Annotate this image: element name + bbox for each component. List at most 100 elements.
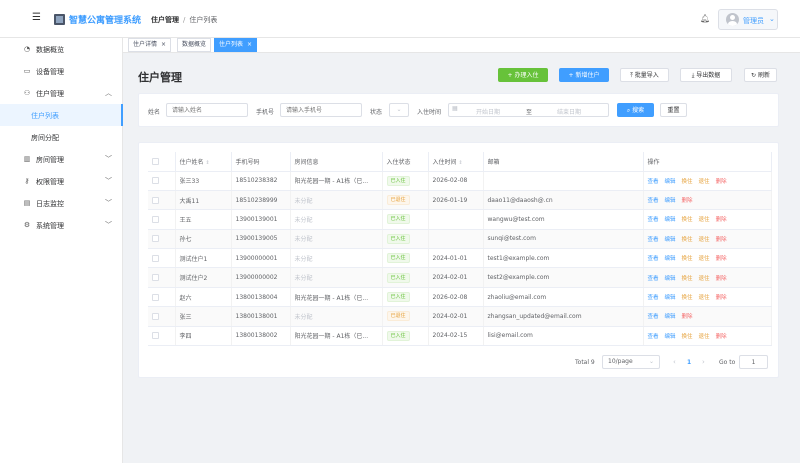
checkout-action-link[interactable]: 退住 bbox=[699, 276, 710, 282]
swap-action-link[interactable]: 换住 bbox=[682, 276, 693, 282]
hamburger-menu-icon[interactable]: ☰ bbox=[32, 13, 41, 23]
swap-action-link[interactable]: 换住 bbox=[682, 179, 693, 185]
edit-action-link[interactable]: 编辑 bbox=[665, 276, 676, 282]
delete-action-link[interactable]: 删除 bbox=[682, 314, 693, 320]
date-end-placeholder[interactable]: 结束日期 bbox=[557, 107, 581, 116]
user-menu-button[interactable]: 管理员 ⌄ bbox=[718, 9, 778, 30]
table-row[interactable]: 张三33 18510238382 阳光花园一期 - A1栋（已... 已入住 2026-… bbox=[148, 171, 772, 191]
breadcrumb-item[interactable]: 住户管理 bbox=[151, 16, 179, 24]
swap-action-link[interactable]: 换住 bbox=[682, 256, 693, 262]
sidebar-item-room-assign[interactable]: 房间分配 bbox=[0, 126, 123, 148]
view-action-link[interactable]: 查看 bbox=[648, 314, 659, 320]
edit-action-link[interactable]: 编辑 bbox=[665, 237, 676, 243]
checkout-action-link[interactable]: 退住 bbox=[699, 295, 710, 301]
view-action-link[interactable]: 查看 bbox=[648, 179, 659, 185]
sidebar-item-logs[interactable]: ▤ 日志监控 ﹀ bbox=[0, 192, 123, 214]
row-checkbox[interactable] bbox=[152, 177, 159, 185]
sidebar-item-resident-list[interactable]: 住户列表 bbox=[0, 104, 123, 126]
search-button[interactable]: ⌕ 搜索 bbox=[617, 103, 654, 117]
date-start-placeholder[interactable]: 开始日期 bbox=[476, 107, 500, 116]
checkin-button[interactable]: + 办理入住 bbox=[498, 68, 548, 82]
tab-resident-detail[interactable]: 住户详情 × bbox=[128, 38, 172, 52]
delete-action-link[interactable]: 删除 bbox=[716, 217, 727, 223]
sidebar-item-dashboard[interactable]: ◔ 数据概览 bbox=[0, 38, 123, 60]
delete-action-link[interactable]: 删除 bbox=[716, 334, 727, 340]
table-row[interactable]: 测试住户1 13900000001 未分配 已入住 2024-01-01 test1@ex… bbox=[148, 248, 772, 269]
table-row[interactable]: 测试住户2 13900000002 未分配 已入住 2024-02-01 test2@ex… bbox=[148, 267, 772, 288]
row-checkbox[interactable] bbox=[152, 293, 159, 301]
tab-resident-list[interactable]: 住户列表 × bbox=[214, 38, 258, 52]
table-row[interactable]: 赵六 13800138004 阳光花园一期 - A1栋（已... 已入住 2026-02… bbox=[148, 287, 772, 308]
row-checkbox[interactable] bbox=[152, 196, 159, 204]
status-select[interactable]: ⌄ bbox=[389, 103, 409, 117]
sidebar-item-devices[interactable]: ▭ 设备管理 bbox=[0, 60, 123, 82]
edit-action-link[interactable]: 编辑 bbox=[665, 198, 676, 204]
add-resident-button[interactable]: + 新增住户 bbox=[559, 68, 609, 82]
prev-page-icon[interactable]: ‹ bbox=[673, 358, 676, 366]
tab-dashboard[interactable]: 数据概览 bbox=[177, 38, 212, 52]
table-row[interactable]: 李四 13800138002 阳光花园一期 - A1栋（已... 已入住 2024-02… bbox=[148, 326, 772, 347]
sidebar-item-residents[interactable]: ⚇ 住户管理 ︿ bbox=[0, 82, 123, 104]
delete-action-link[interactable]: 删除 bbox=[716, 295, 727, 301]
view-action-link[interactable]: 查看 bbox=[648, 334, 659, 340]
row-checkbox[interactable] bbox=[152, 215, 159, 223]
sidebar-item-rooms[interactable]: ▥ 房间管理 ﹀ bbox=[0, 148, 123, 170]
page-size-select[interactable]: 10/page ⌄ bbox=[602, 355, 660, 369]
view-action-link[interactable]: 查看 bbox=[648, 276, 659, 282]
checkout-action-link[interactable]: 退住 bbox=[699, 334, 710, 340]
view-action-link[interactable]: 查看 bbox=[648, 295, 659, 301]
name-filter-input[interactable] bbox=[166, 103, 248, 117]
page-number-current[interactable]: 1 bbox=[687, 359, 691, 366]
checkout-action-link[interactable]: 退住 bbox=[699, 256, 710, 262]
bell-icon[interactable]: 🔔︎ bbox=[700, 14, 710, 23]
column-header-date[interactable]: 入住时间 ⇕ bbox=[428, 152, 484, 172]
export-button[interactable]: ⤓ 导出数据 bbox=[680, 68, 732, 82]
row-checkbox[interactable] bbox=[152, 235, 159, 243]
sort-icon[interactable]: ⇕ bbox=[459, 160, 463, 166]
sort-icon[interactable]: ⇕ bbox=[206, 160, 210, 166]
table-row[interactable]: 王五 13900139001 未分配 已入住 wangwu@test.com 查看 编辑 换住… bbox=[148, 209, 772, 230]
edit-action-link[interactable]: 编辑 bbox=[665, 256, 676, 262]
close-icon[interactable]: × bbox=[161, 41, 166, 48]
delete-action-link[interactable]: 删除 bbox=[716, 237, 727, 243]
delete-action-link[interactable]: 删除 bbox=[716, 256, 727, 262]
swap-action-link[interactable]: 换住 bbox=[682, 217, 693, 223]
edit-action-link[interactable]: 编辑 bbox=[665, 179, 676, 185]
edit-action-link[interactable]: 编辑 bbox=[665, 295, 676, 301]
view-action-link[interactable]: 查看 bbox=[648, 256, 659, 262]
close-icon[interactable]: × bbox=[247, 41, 252, 48]
swap-action-link[interactable]: 换住 bbox=[682, 334, 693, 340]
reset-button[interactable]: 重置 bbox=[660, 103, 687, 117]
select-all-checkbox[interactable] bbox=[152, 157, 159, 165]
import-button[interactable]: ⤒ 批量导入 bbox=[620, 68, 669, 82]
edit-action-link[interactable]: 编辑 bbox=[665, 217, 676, 223]
column-header-name[interactable]: 住户姓名 ⇕ bbox=[175, 152, 232, 172]
view-action-link[interactable]: 查看 bbox=[648, 217, 659, 223]
swap-action-link[interactable]: 换住 bbox=[682, 295, 693, 301]
edit-action-link[interactable]: 编辑 bbox=[665, 314, 676, 320]
edit-action-link[interactable]: 编辑 bbox=[665, 334, 676, 340]
goto-page-input[interactable] bbox=[739, 355, 768, 369]
refresh-button[interactable]: ↻ 刷新 bbox=[744, 68, 777, 82]
checkout-action-link[interactable]: 退住 bbox=[699, 237, 710, 243]
checkout-action-link[interactable]: 退住 bbox=[699, 217, 710, 223]
table-row[interactable]: 大禹11 18510238999 未分配 已退住 2026-01-19 daao11@da… bbox=[148, 190, 772, 211]
row-checkbox[interactable] bbox=[152, 312, 159, 320]
row-checkbox[interactable] bbox=[152, 254, 159, 262]
delete-action-link[interactable]: 删除 bbox=[716, 276, 727, 282]
table-row[interactable]: 孙七 13900139005 未分配 已入住 sunqi@test.com 查看 编辑 换住退… bbox=[148, 229, 772, 250]
chevron-down-icon: ⌄ bbox=[648, 358, 654, 365]
swap-action-link[interactable]: 换住 bbox=[682, 237, 693, 243]
phone-filter-input[interactable] bbox=[280, 103, 362, 117]
row-checkbox[interactable] bbox=[152, 332, 159, 340]
checkout-action-link[interactable]: 退住 bbox=[699, 179, 710, 185]
sidebar-item-permissions[interactable]: ⚷ 权限管理 ﹀ bbox=[0, 170, 123, 192]
delete-action-link[interactable]: 删除 bbox=[682, 198, 693, 204]
next-page-icon[interactable]: › bbox=[702, 358, 705, 366]
view-action-link[interactable]: 查看 bbox=[648, 198, 659, 204]
sidebar-item-system[interactable]: ⚙ 系统管理 ﹀ bbox=[0, 214, 123, 236]
view-action-link[interactable]: 查看 bbox=[648, 237, 659, 243]
table-row[interactable]: 张三 13800138001 未分配 已退住 2024-02-01 zhangsan_up… bbox=[148, 306, 772, 327]
row-checkbox[interactable] bbox=[152, 274, 159, 282]
delete-action-link[interactable]: 删除 bbox=[716, 179, 727, 185]
